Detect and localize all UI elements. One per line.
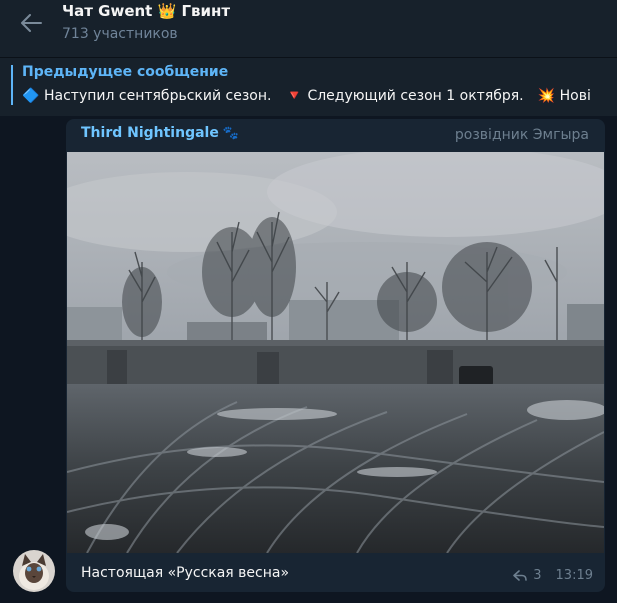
reply-icon[interactable] <box>513 569 528 582</box>
pinned-item-text: Следующий сезон 1 октября. <box>307 88 524 104</box>
pinned-text: 🔷 Наступил сентябрьский сезон. 🔻 Следующий … <box>22 88 591 104</box>
red-triangle-icon: 🔻 <box>285 88 303 104</box>
collision-icon: 💥 <box>537 88 556 104</box>
author-name[interactable]: Third Nightingale 🐾 <box>81 125 239 141</box>
chat-header: Чат Gwent 👑 Гвинт 713 участников <box>0 0 617 58</box>
pinned-message[interactable]: Предыдущее сообщение 🔷 Наступил сентябрьс… <box>0 58 617 116</box>
member-count: 713 участников <box>62 26 178 42</box>
message-bubble[interactable]: Third Nightingale 🐾 розвідник Эмгыра Нас… <box>66 119 605 592</box>
pinned-label: Предыдущее сообщение <box>22 64 229 80</box>
chat-title[interactable]: Чат Gwent 👑 Гвинт <box>62 2 230 20</box>
pinned-indicator <box>11 65 13 105</box>
paw-icon: 🐾 <box>222 126 240 141</box>
back-button[interactable] <box>16 10 46 36</box>
reply-count[interactable]: 3 <box>533 568 541 583</box>
message-caption: Настоящая «Русская весна» <box>81 565 290 581</box>
author-rank: розвідник Эмгыра <box>454 127 589 143</box>
arrow-left-icon <box>21 14 42 32</box>
message-meta: 3 13:19 <box>513 568 593 583</box>
diamond-icon: 🔷 <box>22 88 40 104</box>
message-time: 13:19 <box>555 568 593 583</box>
message-photo[interactable] <box>67 152 604 553</box>
avatar[interactable] <box>13 550 55 592</box>
pinned-item-text: Нові <box>559 88 591 104</box>
cat-avatar-icon <box>13 550 55 592</box>
pinned-item-text: Наступил сентябрьский сезон. <box>44 88 272 104</box>
muddy-field-photo <box>67 152 604 553</box>
